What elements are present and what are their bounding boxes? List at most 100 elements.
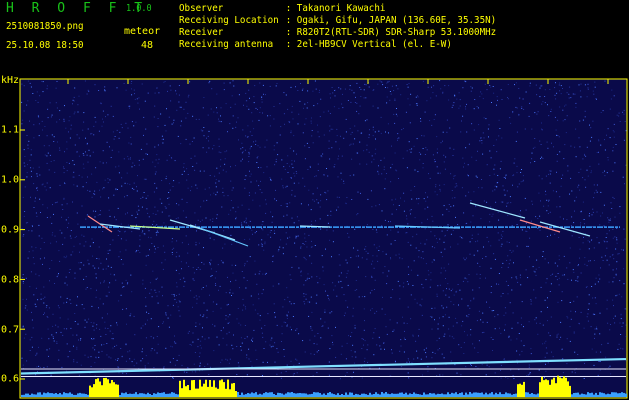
noise-dot [78, 262, 80, 264]
noise-dot [324, 311, 326, 313]
noise-dot [406, 150, 408, 152]
noise-dot [355, 280, 357, 281]
count-bar [325, 394, 327, 397]
noise-dot [244, 149, 246, 151]
noise-dot [152, 224, 154, 225]
noise-dot [142, 325, 144, 327]
noise-dot [293, 172, 295, 174]
noise-dot [245, 308, 247, 310]
noise-dot [236, 374, 238, 375]
noise-dot [447, 283, 449, 285]
noise-dot [539, 229, 541, 231]
count-bar [229, 389, 231, 397]
noise-dot [298, 182, 300, 184]
noise-dot [29, 286, 31, 288]
count-bar [171, 392, 173, 397]
noise-dot [304, 258, 306, 259]
noise-dot [618, 253, 620, 255]
noise-dot [358, 296, 360, 298]
noise-dot [75, 235, 77, 237]
count-bar [513, 394, 515, 397]
noise-dot [509, 259, 511, 261]
noise-dot [233, 334, 234, 336]
noise-dot [280, 205, 282, 206]
noise-dot [208, 187, 210, 189]
noise-dot [359, 163, 361, 165]
noise-dot [512, 312, 514, 314]
noise-dot [223, 327, 224, 329]
noise-dot [598, 139, 600, 141]
noise-dot [263, 348, 265, 349]
noise-dot [91, 133, 93, 135]
noise-dot [506, 190, 508, 192]
noise-dot [36, 215, 38, 217]
noise-dot [208, 234, 210, 236]
noise-dot [425, 263, 427, 265]
noise-dot [470, 364, 472, 366]
noise-dot [509, 249, 511, 251]
noise-dot [242, 309, 244, 311]
noise-dot [244, 325, 246, 326]
noise-dot [365, 246, 367, 248]
noise-dot [171, 294, 173, 295]
noise-dot [307, 277, 308, 279]
noise-dot [440, 142, 442, 144]
noise-dot [443, 154, 445, 156]
noise-dot [278, 249, 280, 251]
noise-dot [621, 326, 623, 327]
noise-dot [186, 179, 188, 181]
noise-dot [93, 193, 95, 195]
noise-dot [220, 165, 221, 167]
noise-dot [330, 128, 332, 130]
noise-dot [422, 251, 424, 253]
count-bar [259, 393, 261, 397]
noise-dot [338, 254, 340, 256]
noise-dot [488, 124, 490, 126]
noise-dot [261, 228, 263, 230]
noise-dot [107, 178, 109, 180]
noise-dot [168, 215, 170, 217]
noise-dot [311, 130, 313, 131]
noise-dot [118, 256, 120, 258]
noise-dot [158, 158, 160, 160]
noise-dot [350, 143, 352, 145]
noise-dot [251, 365, 253, 367]
noise-dot [28, 230, 30, 232]
noise-dot [303, 293, 305, 295]
noise-dot [229, 358, 231, 360]
count-bar [159, 393, 161, 397]
noise-dot [209, 175, 211, 176]
noise-dot [521, 324, 522, 326]
noise-dot [131, 231, 133, 233]
noise-dot [531, 158, 533, 160]
noise-dot [587, 313, 589, 315]
noise-dot [389, 319, 391, 321]
noise-dot [251, 229, 253, 231]
noise-dot [431, 261, 433, 263]
noise-dot [130, 136, 132, 138]
noise-dot [92, 325, 94, 327]
noise-dot [347, 232, 349, 234]
noise-dot [544, 102, 546, 104]
noise-dot [346, 262, 348, 264]
noise-dot [439, 184, 441, 186]
noise-dot [164, 259, 166, 261]
noise-dot [436, 148, 438, 150]
noise-dot [216, 303, 218, 305]
noise-dot [571, 279, 572, 281]
noise-dot [292, 118, 294, 120]
noise-dot [444, 248, 446, 250]
noise-dot [334, 285, 336, 287]
noise-dot [327, 110, 329, 112]
noise-dot [430, 272, 432, 274]
noise-dot [574, 200, 576, 202]
noise-dot [125, 279, 127, 281]
noise-dot [42, 204, 44, 206]
noise-dot [493, 92, 495, 94]
noise-dot [304, 145, 306, 147]
noise-dot [314, 335, 316, 337]
count-bar [123, 393, 125, 397]
noise-dot [412, 334, 414, 336]
noise-dot [70, 327, 72, 329]
noise-dot [535, 84, 537, 86]
